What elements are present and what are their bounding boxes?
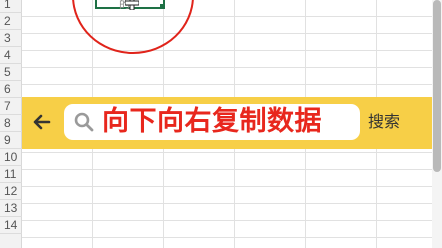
row-number[interactable]: 13 bbox=[0, 200, 22, 217]
search-bar: 向下向右复制数据 搜索 bbox=[22, 97, 442, 149]
vertical-scrollbar-thumb[interactable] bbox=[433, 0, 441, 172]
row-number[interactable]: 4 bbox=[0, 47, 22, 64]
row-number[interactable]: 2 bbox=[0, 13, 22, 30]
search-button[interactable]: 搜索 bbox=[368, 111, 400, 133]
row-number[interactable]: 7 bbox=[0, 98, 22, 115]
search-input[interactable]: 向下向右复制数据 bbox=[64, 104, 360, 140]
row-number[interactable]: 5 bbox=[0, 64, 22, 81]
screen: 1 2 3 4 5 6 7 8 9 10 11 12 13 14 的 bbox=[0, 0, 442, 248]
search-query-text: 向下向右复制数据 bbox=[102, 106, 322, 137]
row-number[interactable]: 1 bbox=[0, 0, 22, 13]
row-number[interactable]: 10 bbox=[0, 149, 22, 166]
row-header-column: 1 2 3 4 5 6 7 8 9 10 11 12 13 14 bbox=[0, 0, 22, 248]
row-number[interactable]: 8 bbox=[0, 115, 22, 132]
row-number[interactable]: 9 bbox=[0, 132, 22, 149]
row-number[interactable]: 6 bbox=[0, 81, 22, 98]
row-number[interactable]: 11 bbox=[0, 166, 22, 183]
arrow-left-icon[interactable] bbox=[30, 109, 56, 135]
row-number[interactable]: 3 bbox=[0, 30, 22, 47]
row-number[interactable]: 12 bbox=[0, 183, 22, 200]
search-icon bbox=[74, 112, 94, 132]
row-number[interactable]: 14 bbox=[0, 217, 22, 234]
